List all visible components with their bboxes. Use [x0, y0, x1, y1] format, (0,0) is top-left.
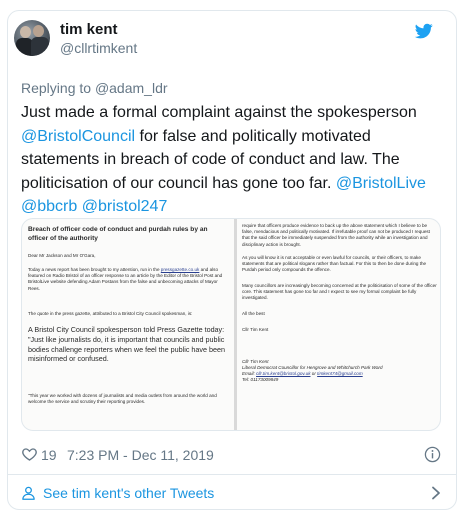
letter-title: Breach of officer code of conduct and pu… [28, 226, 208, 242]
twitter-bird-icon[interactable] [414, 22, 434, 40]
letter-paragraph: "This year we worked with dozens of jour… [28, 393, 217, 405]
heart-icon[interactable] [21, 446, 38, 462]
letter-text: Email: [242, 371, 257, 376]
see-other-tweets-link[interactable]: See tim kent's other Tweets [21, 484, 441, 502]
letter-link: pressgazette.co.uk [160, 267, 200, 272]
letter-text: Today a news report has been brought to … [28, 267, 161, 272]
mention-bristol247[interactable]: @bristol247 [82, 198, 168, 215]
mention-bristollive[interactable]: @BristolLive [336, 175, 426, 192]
letter-page-right: require that officers produce evidence t… [237, 219, 440, 430]
author-name[interactable]: tim kent [60, 21, 118, 38]
letter-paragraph: The quote in the press gazette, attribut… [28, 311, 193, 316]
author-handle[interactable]: @cllrtimkent [60, 40, 137, 56]
reply-mention-link[interactable]: @adam_ldr [95, 80, 168, 96]
letter-page-left: Breach of officer code of conduct and pu… [22, 219, 234, 430]
like-count[interactable]: 19 [41, 447, 57, 463]
letter-paragraph: Today a news report has been brought to … [28, 267, 224, 292]
replying-to: Replying to @adam_ldr [21, 80, 168, 96]
replying-to-prefix: Replying to [21, 80, 95, 96]
letter-closing: All the best [242, 311, 265, 316]
letter-sign: Cllr Tim Kent [242, 327, 269, 332]
tweet-meta: 19 7:23 PM - Dec 11, 2019 [21, 446, 441, 464]
chevron-right-icon[interactable] [431, 486, 441, 500]
see-other-tweets-label[interactable]: See tim kent's other Tweets [43, 485, 214, 501]
letter-email: cllr.tim.kent@bristol.gov.uk [256, 371, 311, 376]
divider [7, 474, 457, 475]
mention-bristolcouncil[interactable]: @BristolCouncil [21, 128, 135, 145]
mention-bbcrb[interactable]: @bbcrb [21, 198, 77, 215]
person-icon [22, 486, 35, 500]
avatar[interactable] [14, 20, 50, 56]
letter-paragraph: As you will know it is not acceptable or… [242, 255, 427, 273]
tweet-text-part: Just made a formal complaint against the… [21, 104, 417, 121]
tweet-text: Just made a formal complaint against the… [21, 101, 441, 219]
letter-quote: A Bristol City Council spokesperson told… [28, 325, 225, 364]
tweet-header: tim kent @cllrtimkent [14, 20, 434, 70]
letter-paragraph: require that officers produce evidence t… [242, 223, 430, 247]
tweet-timestamp[interactable]: 7:23 PM - Dec 11, 2019 [67, 447, 214, 463]
letter-salutation: Dear Mr Jackson and Mr O'Gara, [28, 253, 96, 258]
info-icon[interactable] [424, 446, 441, 463]
signature-tel: Tel: 01173009849 [242, 377, 279, 382]
tweet-media-image[interactable]: Breach of officer code of conduct and pu… [21, 218, 441, 431]
letter-email: timkent74@gmail.com [317, 371, 363, 376]
letter-paragraph: Many councillors are increasingly becomi… [242, 283, 437, 301]
